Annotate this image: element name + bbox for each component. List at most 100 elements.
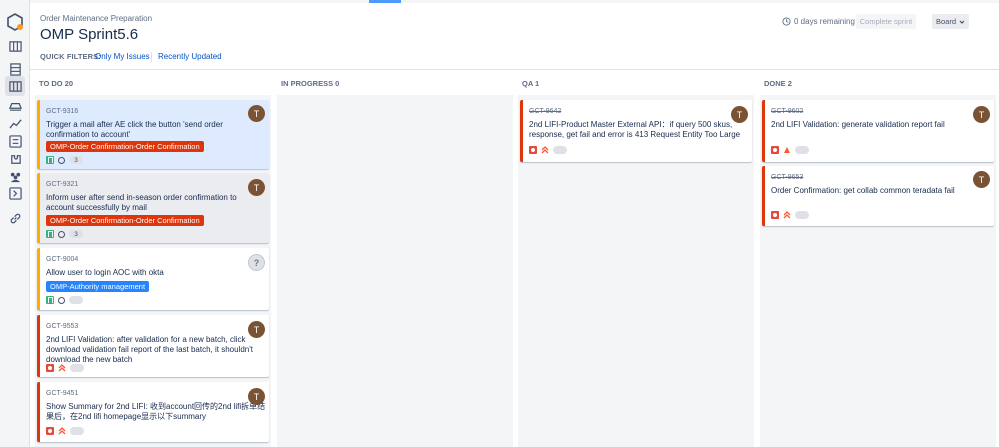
issue-summary: Allow user to login AOC with okta <box>46 268 164 277</box>
card-footer: 3 <box>46 230 83 238</box>
issue-card[interactable]: GCT-9004 Allow user to login AOC with ok… <box>37 248 269 310</box>
issue-summary: Order Confirmation: get collab common te… <box>771 186 955 195</box>
board-menu-button[interactable]: Board <box>932 14 969 29</box>
card-footer <box>771 146 809 154</box>
bug-icon <box>771 211 779 219</box>
card-footer <box>529 146 567 154</box>
bug-icon <box>771 146 779 154</box>
issue-card[interactable]: GCT-9602 2nd LIFI Validation: generate v… <box>762 100 994 162</box>
card-footer: 3 <box>46 156 83 164</box>
issue-summary: 2nd LIFI Validation: after validation fo… <box>46 335 253 364</box>
story-points-badge: 3 <box>69 230 83 238</box>
epic-label[interactable]: OMP-Order Confirmation-Order Confirmatio… <box>46 215 204 226</box>
card-footer <box>46 296 83 304</box>
releases-icon[interactable] <box>7 61 23 77</box>
story-points-badge <box>553 146 567 154</box>
project-sidebar <box>0 0 30 447</box>
chevron-down-icon <box>959 20 965 24</box>
issue-key[interactable]: GCT-9653 <box>771 174 803 181</box>
assignee-avatar[interactable]: T <box>248 179 265 196</box>
story-points-badge <box>70 364 84 372</box>
clock-icon <box>782 17 791 26</box>
quick-filter-only-my-issues[interactable]: Only My Issues <box>91 50 154 63</box>
column-header-qa: QA 1 <box>522 79 540 88</box>
column-header-in-progress: IN PROGRESS 0 <box>281 79 340 88</box>
bug-icon <box>529 146 537 154</box>
issue-card[interactable]: GCT-9316 Trigger a mail after AE click t… <box>37 100 269 169</box>
issue-summary: 2nd LIFI-Product Master External API：if … <box>529 120 741 139</box>
issue-summary: Trigger a mail after AE click the button… <box>46 120 223 139</box>
issue-key[interactable]: GCT-9642 <box>529 108 561 115</box>
column-header-done: DONE 2 <box>764 79 792 88</box>
priority-medium-icon <box>58 230 65 238</box>
assignee-avatar[interactable]: T <box>731 106 748 123</box>
story-icon <box>46 156 54 164</box>
issue-card[interactable]: GCT-9451 Show Summary for 2nd LIFI: 收到ac… <box>37 382 269 442</box>
priority-highest-icon <box>541 146 549 154</box>
story-points-badge: 3 <box>69 156 83 164</box>
issue-key[interactable]: GCT-9316 <box>46 108 78 115</box>
team-icon[interactable] <box>7 168 23 184</box>
issue-key[interactable]: GCT-9004 <box>46 256 78 263</box>
board-menu-label: Board <box>935 17 956 26</box>
backlog-icon[interactable] <box>7 38 23 54</box>
column-done: GCT-9602 2nd LIFI Validation: generate v… <box>760 95 996 447</box>
issue-summary: Inform user after send in-season order c… <box>46 193 237 212</box>
issue-key[interactable]: GCT-9553 <box>46 323 78 330</box>
active-sprints-icon[interactable] <box>5 76 25 96</box>
issue-card[interactable]: GCT-9553 2nd LIFI Validation: after vali… <box>37 315 269 377</box>
story-points-badge <box>795 146 809 154</box>
epic-label[interactable]: OMP-Order Confirmation-Order Confirmatio… <box>46 141 204 152</box>
assignee-avatar[interactable]: T <box>973 171 990 188</box>
issue-key[interactable]: GCT-9602 <box>771 108 803 115</box>
story-points-badge <box>69 296 83 304</box>
priority-medium-icon <box>58 296 65 304</box>
reports-icon[interactable] <box>7 115 23 131</box>
assignee-avatar[interactable]: T <box>248 388 265 405</box>
column-qa: GCT-9642 2nd LIFI-Product Master Externa… <box>518 95 754 447</box>
priority-highest-icon <box>783 211 791 219</box>
column-header-todo: TO DO 20 <box>39 79 74 88</box>
page-title: OMP Sprint5.6 <box>40 26 139 43</box>
issue-key[interactable]: GCT-9451 <box>46 390 78 397</box>
issue-summary: 2nd LIFI Validation: generate validation… <box>771 120 945 129</box>
project-logo-icon[interactable] <box>6 13 24 31</box>
epic-label[interactable]: OMP-Authority management <box>46 281 150 292</box>
issue-key[interactable]: GCT-9321 <box>46 181 78 188</box>
issue-card[interactable]: GCT-9321 Inform user after send in-seaso… <box>37 173 269 243</box>
priority-highest-icon <box>58 427 66 435</box>
priority-medium-icon <box>58 156 65 164</box>
story-icon <box>46 296 54 304</box>
column-todo: GCT-9316 Trigger a mail after AE click t… <box>35 95 271 447</box>
unassigned-avatar[interactable]: ? <box>248 254 265 271</box>
story-points-badge <box>70 427 84 435</box>
assignee-avatar[interactable]: T <box>248 105 265 122</box>
card-footer <box>771 211 809 219</box>
quick-filter-recently-updated[interactable]: Recently Updated <box>154 50 226 63</box>
breadcrumb[interactable]: Order Maintenance Preparation <box>40 14 152 23</box>
bug-icon <box>46 427 54 435</box>
story-icon <box>46 230 54 238</box>
bug-icon <box>46 364 54 372</box>
assignee-avatar[interactable]: T <box>248 321 265 338</box>
filter-divider <box>151 52 152 62</box>
components-icon[interactable] <box>7 151 23 167</box>
priority-highest-icon <box>58 364 66 372</box>
link-icon[interactable] <box>7 210 23 226</box>
assignee-avatar[interactable]: T <box>973 106 990 123</box>
board-header: Order Maintenance Preparation OMP Sprint… <box>30 0 999 70</box>
code-icon[interactable] <box>7 185 23 201</box>
column-in-progress <box>277 95 513 447</box>
issues-icon[interactable] <box>7 133 23 149</box>
priority-high-icon <box>784 147 790 153</box>
issue-card[interactable]: GCT-9642 2nd LIFI-Product Master Externa… <box>520 100 752 162</box>
shipping-icon[interactable] <box>7 97 23 113</box>
days-remaining: 0 days remaining <box>782 17 855 26</box>
card-footer <box>46 364 84 372</box>
days-remaining-text: 0 days remaining <box>794 17 855 26</box>
issue-card[interactable]: GCT-9653 Order Confirmation: get collab … <box>762 166 994 226</box>
card-footer <box>46 427 84 435</box>
story-points-badge <box>795 211 809 219</box>
complete-sprint-button[interactable]: Complete sprint <box>856 14 916 29</box>
issue-summary: Show Summary for 2nd LIFI: 收到account回传的2… <box>46 402 266 421</box>
